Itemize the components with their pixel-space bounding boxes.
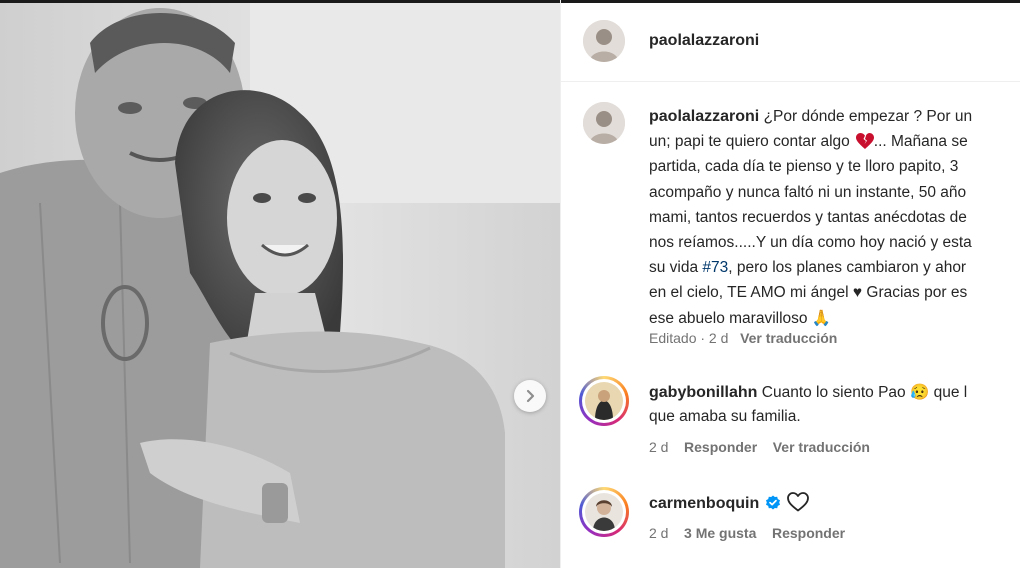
avatar-image: [585, 382, 623, 420]
commenter-username[interactable]: gabybonillahn: [649, 384, 757, 401]
reply-button[interactable]: Responder: [772, 525, 845, 541]
caption-meta: Editado · 2 d Ver traducción: [649, 330, 837, 346]
caption-line-7: su vida #73, pero los planes cambiaron y…: [649, 259, 967, 277]
caption-line-3: partida, cada día te pienso y te lloro p…: [649, 158, 959, 176]
comment-text: gabybonillahn Cuanto lo siento Pao 😥 que…: [649, 384, 968, 425]
translate-link[interactable]: Ver traducción: [773, 439, 870, 455]
edited-time: Editado · 2 d: [649, 330, 729, 346]
commenter-avatar: [585, 382, 623, 420]
post-photo[interactable]: [0, 3, 560, 568]
caption-line-1: paolalazzaroni ¿Por dónde empezar ? Por …: [649, 108, 973, 125]
caption-line-6: nos reíamos.....Y un día como hoy nació …: [649, 234, 972, 252]
post-header: paolalazzaroni: [561, 3, 1020, 82]
comment-meta: 2 d 3 Me gusta Responder: [649, 525, 845, 541]
avatar-image: [585, 493, 623, 531]
next-photo-button[interactable]: [514, 380, 546, 412]
caption-line-5: mami, tantos recuerdos y tantas anécdota…: [649, 208, 967, 226]
verified-badge-icon: [766, 495, 781, 510]
author-username[interactable]: paolalazzaroni: [649, 32, 759, 50]
story-ring[interactable]: [579, 487, 629, 537]
caption-avatar[interactable]: [583, 102, 625, 144]
caption-username[interactable]: paolalazzaroni: [649, 108, 759, 125]
caption-line-8: en el cielo, TE AMO mi ángel ♥ Gracias p…: [649, 284, 968, 302]
post-photo-illustration: [0, 3, 560, 568]
chevron-right-icon: [526, 389, 535, 403]
broken-heart-icon: [855, 133, 874, 150]
likes-count[interactable]: 3 Me gusta: [684, 525, 756, 541]
caption-line-9: ese abuelo maravilloso 🙏: [649, 309, 832, 327]
heart-outline-icon[interactable]: [787, 492, 810, 512]
caption-line-2: un; papi te quiero contar algo... Mañana…: [649, 133, 968, 151]
comment-meta: 2 d Responder Ver traducción: [649, 439, 870, 455]
reply-button[interactable]: Responder: [684, 439, 757, 455]
comment-time: 2 d: [649, 525, 669, 541]
caption-line-4: acompaño y nunca faltó ni un instante, 5…: [649, 183, 967, 201]
hashtag-link[interactable]: #73: [702, 259, 728, 276]
caption-text: paolalazzaroni ¿Por dónde empezar ? Por …: [649, 104, 1020, 331]
panel-divider: [560, 0, 561, 568]
comment-text: carmenboquin: [649, 492, 810, 516]
avatar-image: [583, 20, 625, 62]
translate-link[interactable]: Ver traducción: [740, 330, 837, 346]
avatar-image: [583, 102, 625, 144]
commenter-avatar: [585, 493, 623, 531]
comment-time: 2 d: [649, 439, 669, 455]
story-ring[interactable]: [579, 376, 629, 426]
commenter-username[interactable]: carmenboquin: [649, 495, 759, 512]
author-avatar[interactable]: [583, 20, 625, 62]
